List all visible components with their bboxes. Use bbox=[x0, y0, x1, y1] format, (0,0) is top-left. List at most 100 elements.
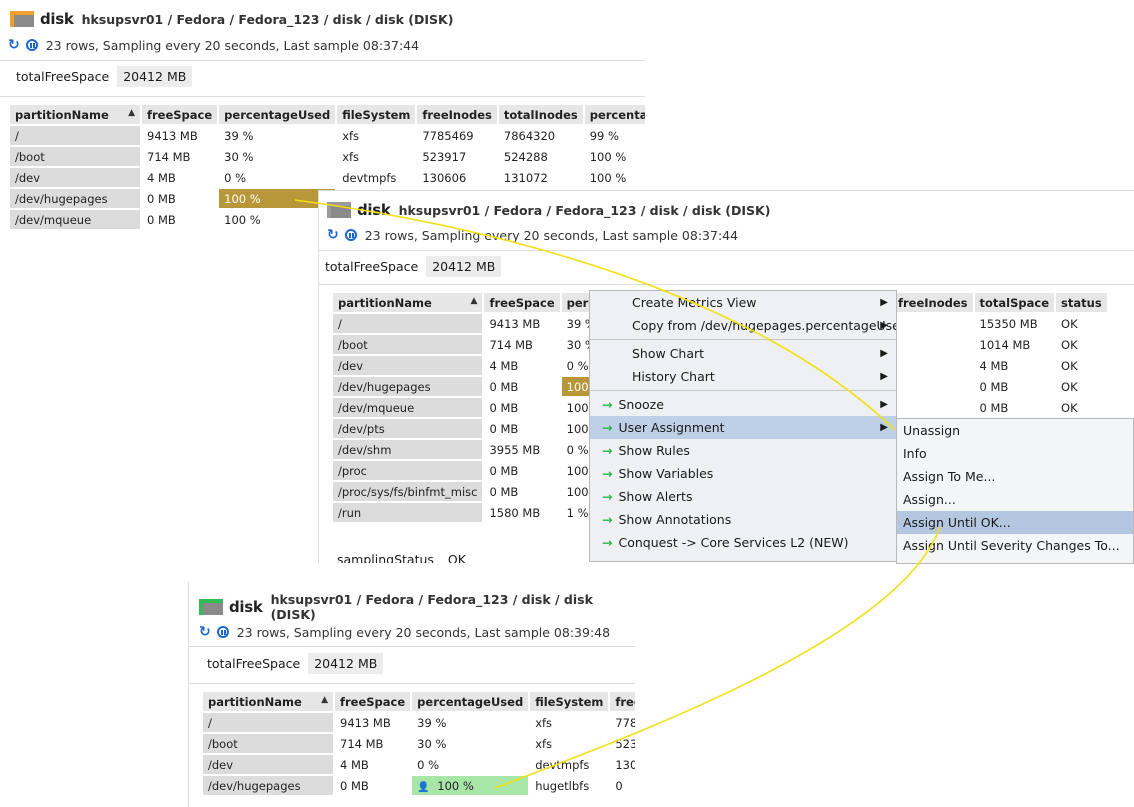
table-cell[interactable]: 4 MB bbox=[335, 755, 410, 774]
menu-item-show-rules[interactable]: → Show Rules bbox=[590, 439, 896, 462]
pause-icon[interactable] bbox=[216, 626, 229, 638]
column-header-freeSpace[interactable]: freeSpace bbox=[335, 692, 411, 711]
table-cell[interactable]: /boot bbox=[10, 147, 140, 166]
table-cell[interactable]: xfs bbox=[337, 126, 415, 145]
table-row[interactable]: 15350 MB OK bbox=[893, 314, 1107, 333]
refresh-icon[interactable]: ↻ bbox=[8, 37, 20, 53]
column-header-percentageUsed[interactable]: percentageUsed bbox=[219, 105, 336, 124]
pause-icon[interactable] bbox=[25, 39, 38, 51]
table-cell[interactable]: /dev/mqueue bbox=[333, 398, 483, 417]
table-cell[interactable]: 1014 MB bbox=[975, 335, 1055, 354]
table-cell[interactable]: /dev/pts bbox=[333, 419, 483, 438]
table-cell[interactable]: 3955 MB bbox=[484, 440, 559, 459]
table-row[interactable]: /dev 4 MB 0 % devtmpfs 130606 131072 100 % bbox=[10, 168, 645, 187]
table-cell[interactable]: / bbox=[10, 126, 140, 145]
table-cell[interactable]: 7785469 bbox=[610, 713, 635, 732]
menu-item-show-alerts[interactable]: → Show Alerts bbox=[590, 485, 896, 508]
table-cell[interactable]: 130606 bbox=[417, 168, 497, 187]
table-cell[interactable]: 39 % bbox=[219, 126, 335, 145]
table-cell[interactable]: 7864320 bbox=[499, 126, 583, 145]
table-row[interactable]: /boot714 MB30 %xfs523917 bbox=[203, 734, 635, 753]
column-header-totalInodes[interactable]: totalInodes bbox=[498, 105, 583, 124]
pause-icon[interactable] bbox=[344, 229, 357, 241]
table-cell[interactable]: 714 MB bbox=[142, 147, 217, 166]
submenu-item-info[interactable]: Info bbox=[897, 442, 1133, 465]
menu-item-show-annotations[interactable]: → Show Annotations bbox=[590, 508, 896, 531]
table-row[interactable]: /dev/hugepages 0 MB 👤 100 % hugetlbfs 0 bbox=[203, 776, 635, 795]
table-cell[interactable]: 0 MB bbox=[484, 419, 559, 438]
table-cell[interactable]: 39 % bbox=[412, 713, 528, 732]
table-row[interactable]: 0 MB OK bbox=[893, 398, 1107, 417]
table-cell[interactable]: /proc bbox=[333, 461, 483, 480]
column-header-freeInodes[interactable]: freeInodes bbox=[610, 692, 635, 711]
table-cell[interactable]: 0 MB bbox=[484, 482, 559, 501]
table-cell[interactable]: /dev/mqueue bbox=[10, 210, 140, 229]
table-cell[interactable]: 4 MB bbox=[975, 356, 1055, 375]
table-cell[interactable]: 130606 bbox=[610, 755, 635, 774]
table-cell[interactable] bbox=[893, 314, 973, 333]
column-header-partitionName[interactable]: partitionName ▲ bbox=[10, 105, 140, 124]
table-cell[interactable]: /proc/sys/fs/binfmt_misc bbox=[333, 482, 483, 501]
table-cell[interactable]: 131072 bbox=[499, 168, 583, 187]
table-cell[interactable]: OK bbox=[1056, 314, 1107, 333]
submenu-item-unassign[interactable]: Unassign bbox=[897, 419, 1133, 442]
refresh-icon[interactable]: ↻ bbox=[199, 624, 211, 640]
menu-item-show-variables[interactable]: → Show Variables bbox=[590, 462, 896, 485]
table-cell[interactable]: 30 % bbox=[219, 147, 335, 166]
table-cell[interactable]: 714 MB bbox=[484, 335, 559, 354]
column-header-status[interactable]: status bbox=[1056, 293, 1107, 312]
table-cell[interactable]: 9413 MB bbox=[484, 314, 559, 333]
table-cell[interactable]: /dev/hugepages bbox=[333, 377, 483, 396]
table-cell[interactable] bbox=[893, 356, 973, 375]
table-cell[interactable]: OK bbox=[1056, 335, 1107, 354]
refresh-icon[interactable]: ↻ bbox=[327, 227, 339, 243]
column-header-fileSystem[interactable]: fileSystem bbox=[530, 692, 609, 711]
table-cell[interactable]: /boot bbox=[203, 734, 333, 753]
column-header-partitionName[interactable]: partitionName ▲ bbox=[203, 692, 333, 711]
table-cell[interactable]: 0 MB bbox=[335, 776, 410, 795]
table-cell[interactable]: xfs bbox=[530, 734, 608, 753]
submenu-item-assign-[interactable]: Assign... bbox=[897, 488, 1133, 511]
table-cell[interactable]: devtmpfs bbox=[530, 755, 608, 774]
table-cell[interactable]: 99 % bbox=[585, 126, 645, 145]
table-cell[interactable]: 100 % bbox=[585, 168, 645, 187]
sort-ascending-icon[interactable]: ▲ bbox=[321, 695, 328, 705]
menu-item-copy-from-dev-hugepages-percentageused[interactable]: Copy from /dev/hugepages.percentageUsed ▶ bbox=[590, 314, 896, 337]
table-cell[interactable] bbox=[893, 335, 973, 354]
table-cell[interactable]: 0 % bbox=[412, 755, 528, 774]
menu-item-history-chart[interactable]: History Chart ▶ bbox=[590, 365, 896, 388]
table-cell[interactable]: /dev bbox=[10, 168, 140, 187]
menu-item-create-metrics-view[interactable]: Create Metrics View ▶ bbox=[590, 291, 896, 314]
table-cell[interactable]: OK bbox=[1056, 398, 1107, 417]
table-cell[interactable]: 0 MB bbox=[484, 398, 559, 417]
table-row[interactable]: 1014 MB OK bbox=[893, 335, 1107, 354]
column-header-fileSystem[interactable]: fileSystem bbox=[337, 105, 416, 124]
table-cell[interactable]: 0 MB bbox=[975, 398, 1055, 417]
menu-item-show-chart[interactable]: Show Chart ▶ bbox=[590, 342, 896, 365]
table-cell[interactable]: xfs bbox=[337, 147, 415, 166]
menu-item-snooze[interactable]: → Snooze ▶ bbox=[590, 393, 896, 416]
submenu-item-assign-until-severity-changes-to-[interactable]: Assign Until Severity Changes To... bbox=[897, 534, 1133, 557]
table-cell[interactable] bbox=[893, 398, 973, 417]
sort-ascending-icon[interactable]: ▲ bbox=[471, 296, 478, 306]
table-cell[interactable]: 0 % bbox=[219, 168, 335, 187]
table-cell[interactable]: /run bbox=[333, 503, 483, 522]
column-header-percentageUsed[interactable]: percentageUsed bbox=[412, 692, 529, 711]
table-row[interactable]: /boot 714 MB 30 % xfs 523917 524288 100 % bbox=[10, 147, 645, 166]
table-cell[interactable]: /dev/hugepages bbox=[203, 776, 333, 795]
menu-item-user-assignment[interactable]: → User Assignment ▶ bbox=[590, 416, 896, 439]
table-cell[interactable]: OK bbox=[1056, 377, 1107, 396]
table-cell[interactable]: 0 MB bbox=[975, 377, 1055, 396]
menu-item-conquest-core-services-l2-new-[interactable]: → Conquest -> Core Services L2 (NEW) bbox=[590, 531, 896, 554]
table-cell[interactable]: 523917 bbox=[610, 734, 635, 753]
column-header-partitionName[interactable]: partitionName ▲ bbox=[333, 293, 483, 312]
table-cell[interactable]: 4 MB bbox=[142, 168, 217, 187]
column-header-percentageFreeInodes[interactable]: percentageFreeInodes bbox=[584, 105, 645, 124]
table-row[interactable]: /9413 MB 39 % xfs 7785469 7864320 99 % bbox=[10, 126, 645, 145]
table-cell[interactable]: 0 bbox=[610, 776, 635, 795]
table-cell[interactable]: / bbox=[333, 314, 483, 333]
column-header-freeInodes[interactable]: freeInodes bbox=[417, 105, 497, 124]
table-cell[interactable]: 0 MB bbox=[142, 189, 217, 208]
table-cell[interactable]: hugetlbfs bbox=[530, 776, 608, 795]
table-cell[interactable]: 30 % bbox=[412, 734, 528, 753]
